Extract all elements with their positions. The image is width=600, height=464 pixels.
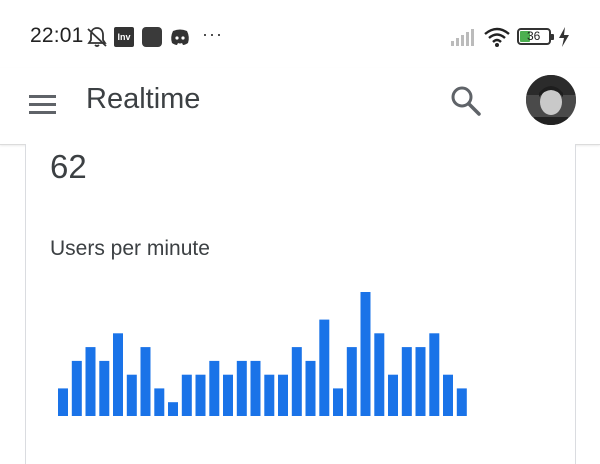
inv-app-label: Inv bbox=[117, 32, 131, 42]
mute-bell-icon bbox=[87, 27, 107, 47]
chart-bar[interactable] bbox=[223, 374, 233, 416]
search-icon[interactable] bbox=[449, 84, 483, 118]
wifi-icon bbox=[484, 27, 510, 47]
chart-bar[interactable] bbox=[278, 374, 288, 416]
chart-bar[interactable] bbox=[360, 292, 371, 416]
chart-bar[interactable] bbox=[168, 402, 178, 416]
chart-bar[interactable] bbox=[456, 388, 467, 416]
chart-bar[interactable] bbox=[346, 347, 357, 416]
chart-bar[interactable] bbox=[58, 388, 68, 416]
chart-bar[interactable] bbox=[401, 347, 412, 416]
chart-bar[interactable] bbox=[250, 360, 261, 416]
chart-bar[interactable] bbox=[140, 347, 151, 416]
inv-app-icon: Inv bbox=[114, 27, 134, 47]
chart-bar[interactable] bbox=[99, 360, 110, 416]
chart-bar[interactable] bbox=[319, 319, 330, 416]
chart-bar[interactable] bbox=[415, 347, 426, 416]
menu-icon[interactable] bbox=[26, 87, 60, 121]
avatar-image bbox=[526, 75, 576, 125]
status-time: 22:01 bbox=[30, 24, 84, 47]
more-dots-icon: ··· bbox=[202, 24, 223, 44]
signal-icon bbox=[451, 29, 474, 46]
chart-bar[interactable] bbox=[333, 388, 343, 416]
chart-bar[interactable] bbox=[305, 360, 316, 416]
chart-bar[interactable] bbox=[181, 374, 192, 416]
chart-bar[interactable] bbox=[291, 347, 302, 416]
chart-bar[interactable] bbox=[374, 333, 385, 416]
discord-icon bbox=[171, 29, 189, 45]
chart-bar[interactable] bbox=[264, 374, 275, 416]
users-per-minute-chart bbox=[58, 292, 467, 416]
square-app-icon bbox=[142, 27, 162, 47]
chart-bar[interactable] bbox=[429, 333, 440, 416]
app-bar: Realtime bbox=[0, 68, 600, 145]
status-bar: 22:01 Inv ··· 36 bbox=[0, 0, 600, 68]
chart-bar[interactable] bbox=[71, 360, 82, 416]
chart-bar[interactable] bbox=[443, 374, 453, 416]
chart-bar[interactable] bbox=[388, 374, 398, 416]
chart-bar[interactable] bbox=[85, 347, 96, 416]
chart-bar[interactable] bbox=[154, 388, 165, 416]
chart-bar[interactable] bbox=[236, 360, 247, 416]
battery-percent: 36 bbox=[527, 29, 541, 43]
avatar[interactable] bbox=[526, 75, 576, 125]
chart-bar[interactable] bbox=[126, 374, 137, 416]
battery-icon: 36 bbox=[517, 28, 554, 45]
charging-icon bbox=[559, 27, 569, 47]
page-title: Realtime bbox=[86, 83, 201, 115]
chart-bar[interactable] bbox=[113, 333, 123, 416]
chart-bar[interactable] bbox=[209, 360, 220, 416]
chart-bar[interactable] bbox=[195, 374, 206, 416]
realtime-card: 62 Users per minute bbox=[25, 144, 576, 464]
